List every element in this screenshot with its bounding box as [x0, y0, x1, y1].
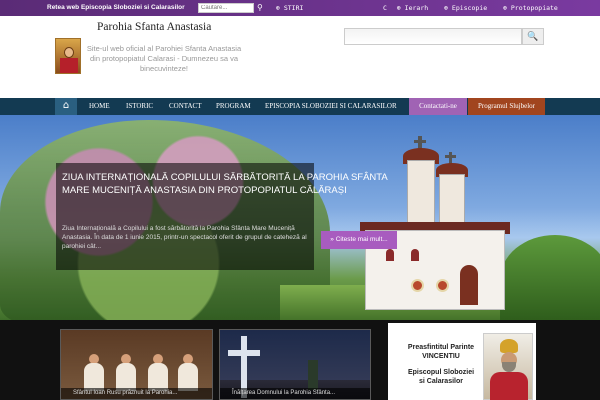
saint-icon-logo[interactable] — [55, 38, 81, 74]
top-link-episcopie-label: Episcopie — [451, 4, 488, 12]
program-button[interactable]: Programul Slujbelor — [468, 98, 545, 115]
top-link-protopopiate-label: Protopopiate — [510, 4, 558, 12]
bishop-widget: Preasfintitul Parinte VINCENTIU Episcopu… — [388, 323, 536, 400]
news-card[interactable]: Înălțarea Domnului la Parohia Sfânta... — [219, 329, 371, 400]
cross-bar — [228, 350, 260, 356]
person-figure — [84, 363, 104, 391]
top-search-input[interactable] — [198, 3, 254, 13]
hero-excerpt: Ziua Internațională a Copilului a fost s… — [62, 225, 307, 250]
home-icon[interactable]: ⌂ — [55, 98, 77, 115]
news-card-title[interactable]: Înălțarea Domnului la Parohia Sfânta... — [220, 388, 370, 399]
site-title[interactable]: Parohia Sfanta Anastasia — [97, 21, 247, 33]
bishop-robe — [490, 372, 528, 400]
top-link-episcopie[interactable]: ⊕ Episcopie — [444, 4, 493, 12]
bishop-line-4: si Calarasilor — [419, 378, 463, 385]
cross-bar — [445, 155, 456, 158]
church-icon-medallion — [436, 279, 449, 292]
person-figure — [178, 363, 198, 391]
top-link-c[interactable]: C — [383, 4, 387, 12]
nav-item-program[interactable]: PROGRAM — [216, 98, 251, 115]
magnifier-icon: 🔍 — [527, 32, 539, 42]
church-window — [386, 249, 394, 261]
tree-image — [500, 235, 600, 320]
nav-item-istoric[interactable]: ISTORIC — [126, 98, 153, 115]
cross-bar — [414, 140, 426, 143]
nav-item-contact[interactable]: CONTACT — [169, 98, 202, 115]
news-label: STIRI — [283, 4, 304, 12]
church-image — [345, 136, 510, 315]
search-icon[interactable]: ⚲ — [257, 3, 266, 12]
news-link[interactable]: ⊕ STIRI — [276, 4, 303, 12]
bishop-beard — [502, 362, 516, 372]
nav-item-home[interactable]: HOME — [89, 98, 110, 115]
top-bar: Retea web Episcopia Sloboziei si Calaras… — [0, 0, 600, 16]
church-icon-medallion — [411, 279, 424, 292]
top-link-protopopiate[interactable]: ⊕ Protopopiate — [503, 4, 564, 12]
person-figure — [148, 363, 168, 391]
site-tagline: Site-ul web oficial al Parohiei Sfanta A… — [86, 44, 242, 73]
person-figure — [116, 363, 136, 391]
bishop-text: Preasfintitul Parinte VINCENTIU Episcopu… — [394, 343, 488, 386]
bishop-line-2: VINCENTIU — [422, 353, 460, 360]
top-link-ierarh-label: Ierarh — [404, 4, 429, 12]
nav-item-episcopia[interactable]: EPISCOPIA SLOBOZIEI SI CALARASILOR — [265, 98, 397, 115]
bishop-line-1: Preasfintitul Parinte — [407, 344, 475, 351]
news-card-title[interactable]: Sfântul Ioan Rusu prăznuit la Parohia... — [61, 388, 212, 399]
search-button[interactable]: 🔍 — [522, 28, 544, 45]
top-right-links: C ⊕ Ierarh ⊕ Episcopie ⊕ Protopopiate — [383, 4, 570, 12]
contact-button[interactable]: Contactati-ne — [409, 98, 467, 115]
church-window — [411, 249, 419, 261]
tree-image — [308, 360, 318, 390]
news-card[interactable]: Sfântul Ioan Rusu prăznuit la Parohia... — [60, 329, 213, 400]
header-search-input[interactable] — [344, 28, 522, 45]
bishop-line-3: Episcopul Sloboziei — [407, 369, 475, 376]
read-more-button[interactable]: » Citeste mai mult... — [321, 231, 397, 249]
hero-title[interactable]: ZIUA INTERNAȚIONALĂ COPILULUI SĂRBĂTORIT… — [62, 171, 412, 197]
top-link-ierarh[interactable]: ⊕ Ierarh — [397, 4, 434, 12]
network-link[interactable]: Retea web Episcopia Sloboziei si Calaras… — [47, 4, 185, 11]
bishop-photo[interactable] — [483, 333, 533, 400]
logo-robe — [60, 58, 78, 73]
main-navigation: ⌂ HOME ISTORIC CONTACT PROGRAM EPISCOPIA… — [0, 98, 600, 115]
church-portal — [460, 265, 478, 305]
logo-face — [64, 47, 74, 58]
mitre-icon — [500, 339, 518, 353]
